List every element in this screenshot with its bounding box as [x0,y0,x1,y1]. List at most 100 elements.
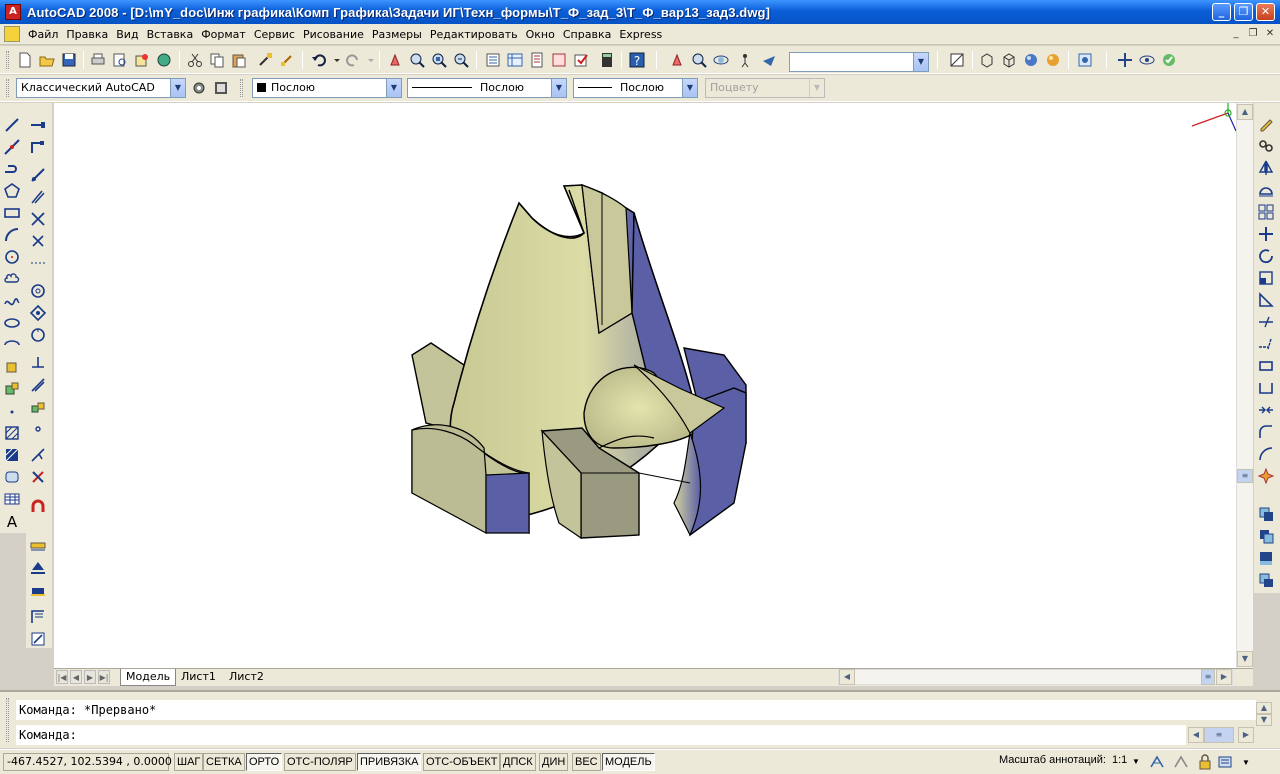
minimize-button[interactable]: _ [1212,3,1231,21]
3d-wireframe-icon[interactable] [1000,51,1018,69]
new-file-icon[interactable] [16,51,34,69]
draworder-under-icon[interactable] [1257,571,1275,589]
trim-icon[interactable] [29,326,47,344]
block-editor-icon[interactable] [278,51,296,69]
join-rect-icon[interactable] [1257,379,1275,397]
toolbar-grip[interactable] [6,51,9,69]
otrack-toggle[interactable]: ОТС-ОБЪЕКТ [423,753,501,771]
menu-draw[interactable]: Рисование [299,28,368,41]
workspace-combo[interactable]: Классический AutoCAD ▼ [16,78,186,98]
explode-icon[interactable] [29,468,47,486]
copy-object-icon[interactable] [29,138,47,156]
auto-add-scales-icon[interactable] [1172,753,1190,771]
explode-star-icon[interactable] [1257,467,1275,485]
pan-realtime-icon[interactable] [386,51,404,69]
fillet-icon[interactable] [29,446,47,464]
markup-set-manager-icon[interactable] [572,51,590,69]
redo-dropdown-icon[interactable] [362,51,374,69]
view-cube-icon[interactable] [1160,51,1178,69]
statusbar-menu-chevron-icon[interactable]: ▼ [1242,758,1250,767]
line-icon[interactable] [3,116,21,134]
save-icon[interactable] [60,51,78,69]
stretch-shape-icon[interactable] [1257,291,1275,309]
stretch-icon[interactable] [29,304,47,322]
document-icon[interactable] [4,26,20,42]
sheet-set-manager-icon[interactable] [550,51,568,69]
polar-toggle[interactable]: ОТС-ПОЛЯР [284,753,356,771]
menu-tools[interactable]: Сервис [250,28,299,41]
menu-window[interactable]: Окно [522,28,559,41]
tab-sheet1[interactable]: Лист1 [176,669,221,686]
gradient-icon[interactable] [3,446,21,464]
annotation-scale-chevron-icon[interactable]: ▼ [1132,757,1140,766]
cmd-hscroll-thumb[interactable]: ≡ [1204,727,1234,743]
table-icon[interactable] [3,490,21,508]
named-views-combo[interactable]: ▼ [789,52,929,72]
multiline-text-icon[interactable]: A [3,512,21,530]
menu-edit[interactable]: Правка [62,28,112,41]
3d-fly-icon[interactable] [760,51,778,69]
menu-view[interactable]: Вид [112,28,142,41]
zoom-realtime-icon[interactable] [408,51,426,69]
osnap-toggle[interactable]: ПРИВЯЗКА [357,753,422,771]
region-icon[interactable] [3,468,21,486]
polygon-icon[interactable] [3,182,21,200]
annotation-scale-value[interactable]: 1:1 [1112,754,1127,766]
move-cross-icon[interactable] [1257,225,1275,243]
fillet-corner-icon[interactable] [1257,423,1275,441]
menu-file[interactable]: Файл [24,28,62,41]
doc-close-button[interactable]: ✕ [1262,27,1278,41]
properties-icon[interactable] [484,51,502,69]
break-icon[interactable] [29,376,47,394]
next-tab-icon[interactable]: ▶ [84,670,96,684]
draworder-above-icon[interactable] [1257,549,1275,567]
tool-palettes-icon[interactable] [528,51,546,69]
menu-format[interactable]: Формат [197,28,250,41]
cmd-scroll-up-icon[interactable]: ▲ [1256,702,1272,714]
draworder-front-icon[interactable] [1257,505,1275,523]
join-icon[interactable] [29,398,47,416]
copy-icon[interactable] [208,51,226,69]
scroll-up-icon[interactable]: ▲ [1237,104,1253,120]
2d-wireframe-icon[interactable] [978,51,996,69]
rectangular-array-icon[interactable] [1257,203,1275,221]
doc-minimize-button[interactable]: _ [1228,27,1244,41]
cmd-scroll-right-icon[interactable]: ▶ [1238,727,1254,743]
grid-toggle[interactable]: СЕТКА [203,753,245,771]
color-control-combo[interactable]: Послою ▼ [252,78,402,98]
tray-settings-icon[interactable] [1216,753,1234,771]
coordinate-display[interactable]: -467.4527, 102.5394 , 0.0000 [3,753,172,771]
design-center-icon[interactable] [506,51,524,69]
move-icon[interactable] [29,232,47,250]
break-rect-icon[interactable] [1257,357,1275,375]
chevron-down-icon[interactable]: ▼ [551,79,566,97]
trim-line-icon[interactable] [1257,313,1275,331]
realistic-style-icon[interactable] [1022,51,1040,69]
quick-leader-icon[interactable] [29,608,47,626]
autocad-app-icon[interactable]: A [5,4,21,20]
chamfer-line-icon[interactable] [1257,401,1275,419]
snap-toggle[interactable]: ШАГ [174,753,204,771]
match-properties-icon[interactable] [256,51,274,69]
chain-link-icon[interactable] [1257,137,1275,155]
workspace-settings-icon[interactable] [190,79,208,97]
command-input[interactable]: Команда: [16,725,1186,745]
undo-dropdown-icon[interactable] [328,51,340,69]
menu-insert[interactable]: Вставка [143,28,198,41]
menu-express[interactable]: Express [615,28,666,41]
make-block-icon[interactable] [3,380,21,398]
construction-line-icon[interactable] [3,138,21,156]
first-tab-icon[interactable]: |◀ [56,670,68,684]
cut-icon[interactable] [186,51,204,69]
plot-icon[interactable] [89,51,107,69]
menu-modify[interactable]: Редактировать [426,28,522,41]
close-button[interactable]: ✕ [1256,3,1275,21]
cmd-scroll-down-icon[interactable]: ▼ [1256,714,1272,726]
chevron-down-icon[interactable]: ▼ [913,53,928,71]
revision-cloud-icon[interactable] [3,270,21,288]
ellipse-icon[interactable] [3,314,21,332]
erase-icon[interactable] [29,116,47,134]
insert-block-icon[interactable] [3,358,21,376]
help-icon[interactable]: ? [628,51,646,69]
prev-tab-icon[interactable]: ◀ [70,670,82,684]
